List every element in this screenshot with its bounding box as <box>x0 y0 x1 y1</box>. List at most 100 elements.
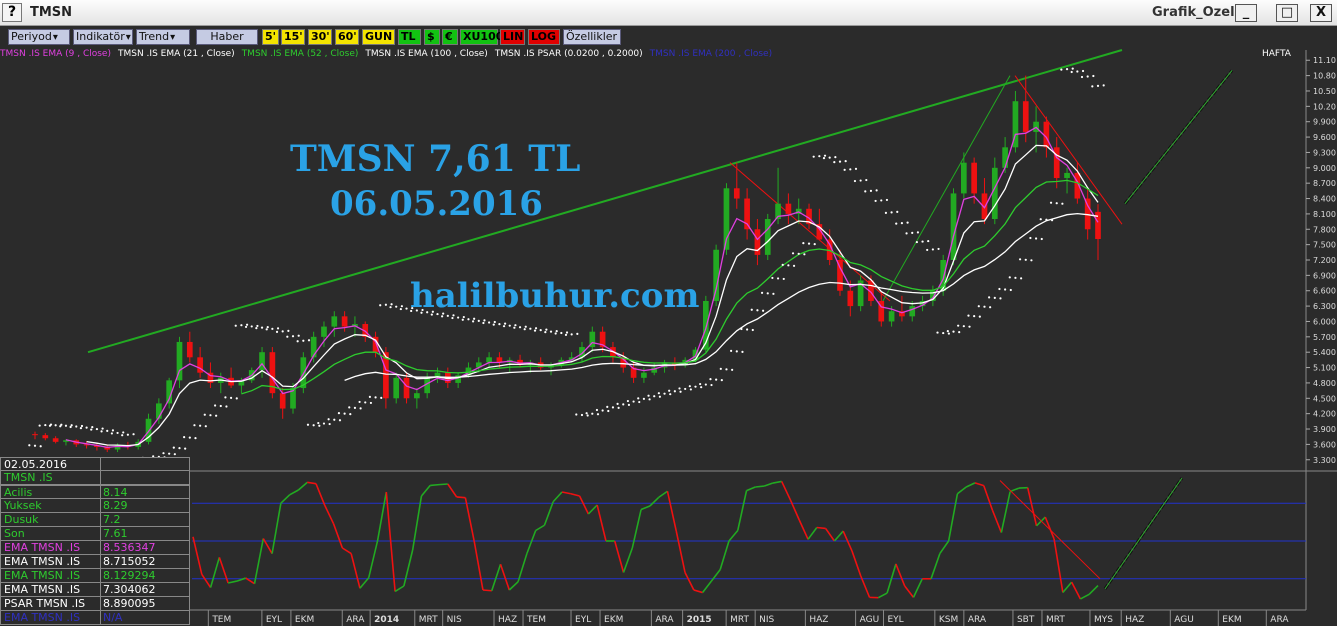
candle-body <box>52 438 59 442</box>
psar-dot <box>260 326 264 329</box>
psar-dot <box>648 398 651 401</box>
psar-dot <box>514 324 517 327</box>
info-key: EMA TMSN .IS <box>1 611 101 624</box>
psar-dot <box>880 199 883 202</box>
info-key: Yuksek <box>1 499 101 512</box>
psar-dot <box>229 396 233 399</box>
psar-dot <box>327 418 330 421</box>
price-tick-label: 9.000 <box>1313 164 1336 173</box>
oscillator-segment <box>983 485 994 511</box>
oscillator-segment <box>1044 516 1055 540</box>
price-tick-label: 8.700 <box>1313 179 1336 188</box>
psar-dot <box>746 328 749 331</box>
psar-dot <box>266 326 269 329</box>
info-value: N/A <box>103 611 123 624</box>
psar-dot <box>483 319 486 322</box>
psar-dot <box>958 331 961 334</box>
candle-body <box>1064 172 1070 179</box>
psar-dot <box>369 401 373 405</box>
psar-dot <box>79 427 83 430</box>
date-tick-label: EYL <box>266 615 282 625</box>
oscillator-segment <box>570 492 580 497</box>
psar-dot <box>865 178 868 182</box>
oscillator-segment <box>411 495 423 551</box>
psar-dot <box>44 423 47 427</box>
psar-dot <box>502 325 506 328</box>
info-row: PSAR TMSN .IS 8.890095 <box>0 597 190 611</box>
psar-dot <box>234 324 237 327</box>
psar-dot <box>834 156 837 159</box>
price-tick-label: 4.500 <box>1313 394 1336 403</box>
psar-dot <box>59 425 62 428</box>
psar-dot <box>684 387 687 391</box>
info-value: 8.536347 <box>103 541 156 554</box>
oscillator-segment <box>1035 516 1046 527</box>
date-tick-label: HAZ <box>809 615 828 625</box>
psar-dot <box>493 320 496 324</box>
oscillator-segment <box>482 589 492 592</box>
price-tick-label: 10.20 <box>1313 102 1336 111</box>
psar-dot <box>1102 84 1105 87</box>
psar-dot <box>203 413 206 416</box>
psar-dot <box>937 247 940 251</box>
psar-dot <box>1034 237 1038 240</box>
info-value: 7.304062 <box>103 583 156 596</box>
watermark-site: halilbuhur.com <box>410 276 700 316</box>
psar-dot <box>337 411 341 415</box>
info-value: 8.14 <box>103 486 128 498</box>
oscillator-segment <box>332 523 344 549</box>
info-value: 8.29 <box>103 499 128 512</box>
psar-dot <box>802 242 805 245</box>
oscillator-segment <box>622 547 634 573</box>
price-tick-label: 10.50 <box>1313 87 1336 96</box>
psar-dot <box>533 329 537 332</box>
psar-dot <box>1024 258 1027 261</box>
psar-dot <box>864 190 867 193</box>
date-tick-label: AGU <box>860 615 880 625</box>
date-tick-label: ARA <box>1270 615 1289 625</box>
psar-dot <box>797 252 800 255</box>
oscillator-segment <box>324 505 335 525</box>
psar-dot <box>853 179 857 183</box>
price-tick-label: 5.700 <box>1313 333 1336 342</box>
psar-dot <box>756 309 759 312</box>
psar-dot <box>1020 277 1023 280</box>
candle-body <box>785 203 792 214</box>
psar-dot <box>235 397 238 400</box>
psar-dot <box>503 322 507 325</box>
candle-body <box>991 167 998 220</box>
psar-dot <box>813 243 816 246</box>
psar-dot <box>111 429 115 432</box>
psar-dot <box>451 316 454 320</box>
info-symbol: TMSN .IS <box>1 471 101 484</box>
price-tick-label: 4.200 <box>1313 410 1336 419</box>
date-tick-label: MRT <box>730 615 749 625</box>
candle-body <box>1022 101 1029 132</box>
psar-dot <box>576 332 579 335</box>
psar-dot <box>343 412 346 415</box>
oscillator-segment <box>297 481 308 491</box>
watermark-price: TMSN 7,61 TL <box>290 138 581 180</box>
price-tick-label: 3.900 <box>1313 425 1336 434</box>
psar-dot <box>534 327 538 330</box>
psar-dot <box>255 327 258 330</box>
psar-dot <box>673 390 676 393</box>
psar-dot <box>1014 276 1017 279</box>
psar-dot <box>586 414 589 417</box>
oscillator-segment <box>227 580 238 584</box>
psar-dot <box>194 437 197 440</box>
psar-dot <box>710 383 713 387</box>
oscillator-trendline <box>999 480 1101 580</box>
psar-dot <box>715 378 718 381</box>
oscillator-segment <box>394 585 405 593</box>
psar-dot <box>306 423 310 426</box>
psar-dot <box>606 405 609 408</box>
psar-dot <box>219 404 222 408</box>
info-value: 8.890095 <box>103 597 156 610</box>
date-tick-label: EKM <box>295 615 314 625</box>
candle-body <box>310 336 317 358</box>
price-tick-label: 3.300 <box>1313 456 1336 465</box>
psar-dot <box>472 320 475 323</box>
psar-dot <box>823 154 827 157</box>
psar-dot <box>1004 288 1007 291</box>
